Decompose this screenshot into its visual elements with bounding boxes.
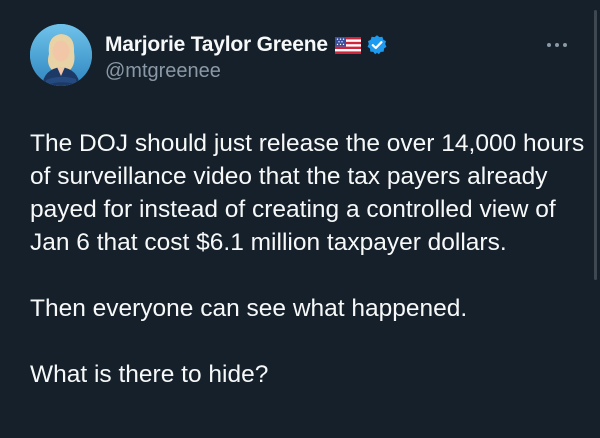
author-name-row: Marjorie Taylor Greene (105, 32, 388, 58)
tweet-paragraph: Then everyone can see what happened. (30, 295, 468, 322)
scrollbar[interactable] (594, 10, 597, 280)
verified-badge-icon[interactable] (366, 34, 388, 56)
tweet-paragraph: What is there to hide? (30, 361, 269, 388)
more-options-icon[interactable] (544, 38, 570, 52)
tweet-text: The DOJ should just release the over 14,… (30, 127, 585, 391)
author-handle[interactable]: @mtgreenee (105, 60, 221, 83)
author-display-name[interactable]: Marjorie Taylor Greene (105, 33, 328, 57)
tweet-paragraph: The DOJ should just release the over 14,… (30, 130, 585, 256)
avatar[interactable] (30, 24, 92, 86)
profile-photo-icon (30, 24, 92, 86)
tweet-card: Marjorie Taylor Greene @mtgreenee The DO… (0, 0, 600, 438)
us-flag-icon (334, 36, 361, 54)
